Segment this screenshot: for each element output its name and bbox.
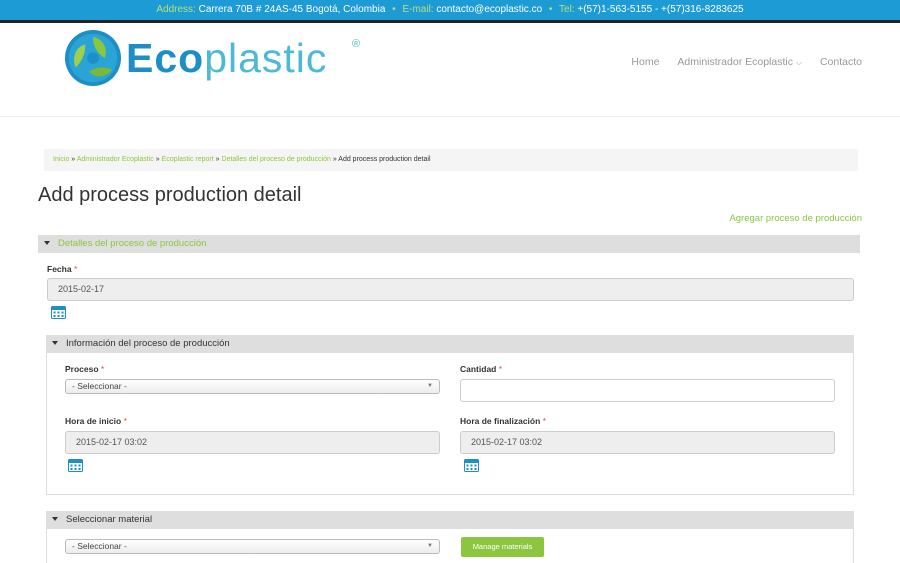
proceso-select[interactable]: - Seleccionar - ▼: [65, 379, 440, 394]
separator: •: [392, 4, 396, 15]
caret-down-icon: [52, 516, 58, 521]
ecoplastic-logo-icon: [64, 29, 122, 87]
hora-fin-input[interactable]: 2015-02-17 03:02: [460, 431, 835, 454]
manage-materials-button[interactable]: Manage materials: [461, 537, 544, 557]
calendar-icon[interactable]: [464, 458, 479, 472]
site-logo[interactable]: Ecoplastic ®: [64, 29, 360, 87]
breadcrumb-separator: »: [153, 156, 162, 163]
registered-mark: ®: [352, 38, 361, 50]
topbar-divider: [0, 20, 900, 23]
section-material-title: Seleccionar material: [66, 514, 153, 525]
cantidad-label: Cantidad *: [460, 364, 503, 374]
tel-value: +(57)1-563-5155 - +(57)316-8283625: [577, 4, 744, 15]
main-nav: Home Administrador Ecoplastic ⌵ Contacto: [631, 56, 862, 68]
fecha-label: Fecha *: [47, 264, 78, 274]
logo-wordmark: Ecoplastic: [126, 34, 328, 81]
email-value[interactable]: contacto@ecoplastic.co: [436, 4, 542, 15]
material-select[interactable]: - Seleccionar - ▼: [65, 539, 440, 554]
hora-inicio-input[interactable]: 2015-02-17 03:02: [65, 431, 440, 454]
hora-fin-label: Hora de finalización *: [460, 416, 546, 426]
add-process-link[interactable]: Agregar proceso de producción: [729, 213, 862, 224]
calendar-icon[interactable]: [51, 305, 66, 319]
informacion-panel: [46, 335, 854, 495]
tel-label: Tel:: [559, 4, 575, 15]
separator: •: [548, 4, 553, 15]
cantidad-input[interactable]: [460, 379, 835, 402]
section-informacion-title: Información del proceso de producción: [66, 338, 230, 349]
breadcrumb-current: Add process production detail: [338, 156, 431, 163]
chevron-down-icon: ⌵: [795, 58, 802, 67]
proceso-label: Proceso *: [65, 364, 105, 374]
nav-home[interactable]: Home: [631, 56, 659, 68]
caret-down-icon: [44, 240, 50, 245]
section-detalles-header[interactable]: Detalles del proceso de producción: [38, 235, 860, 253]
caret-down-icon: [52, 340, 58, 345]
section-material-header[interactable]: Seleccionar material: [46, 511, 854, 529]
breadcrumb-detalles[interactable]: Detalles del proceso de producción: [222, 156, 331, 163]
breadcrumb-report[interactable]: Ecoplastic report: [162, 156, 214, 163]
breadcrumb: Inicio » Administrador Ecoplastic » Ecop…: [44, 149, 858, 171]
breadcrumb-inicio[interactable]: Inicio: [53, 156, 69, 163]
contact-bar: Address: Carrera 70B # 24AS-45 Bogotá, C…: [0, 0, 900, 22]
nav-contacto[interactable]: Contacto: [820, 56, 862, 68]
address-label: Address:: [156, 4, 196, 15]
page-title: Add process production detail: [38, 184, 302, 206]
select-arrow-icon: ▼: [427, 383, 433, 389]
nav-administrador[interactable]: Administrador Ecoplastic ⌵: [677, 56, 802, 68]
breadcrumb-separator: »: [69, 156, 77, 163]
fecha-input[interactable]: 2015-02-17: [47, 278, 854, 301]
email-label: E-mail:: [402, 4, 434, 15]
address-value: Carrera 70B # 24AS-45 Bogotá, Colombia: [198, 4, 386, 15]
breadcrumb-administrador[interactable]: Administrador Ecoplastic: [77, 156, 154, 163]
section-informacion-header[interactable]: Información del proceso de producción: [46, 335, 854, 353]
select-arrow-icon: ▼: [427, 543, 433, 549]
header-divider: [0, 116, 900, 117]
calendar-icon[interactable]: [68, 458, 83, 472]
hora-inicio-label: Hora de inicio *: [65, 416, 127, 426]
breadcrumb-separator: »: [213, 156, 222, 163]
section-detalles-title: Detalles del proceso de producción: [58, 238, 207, 249]
